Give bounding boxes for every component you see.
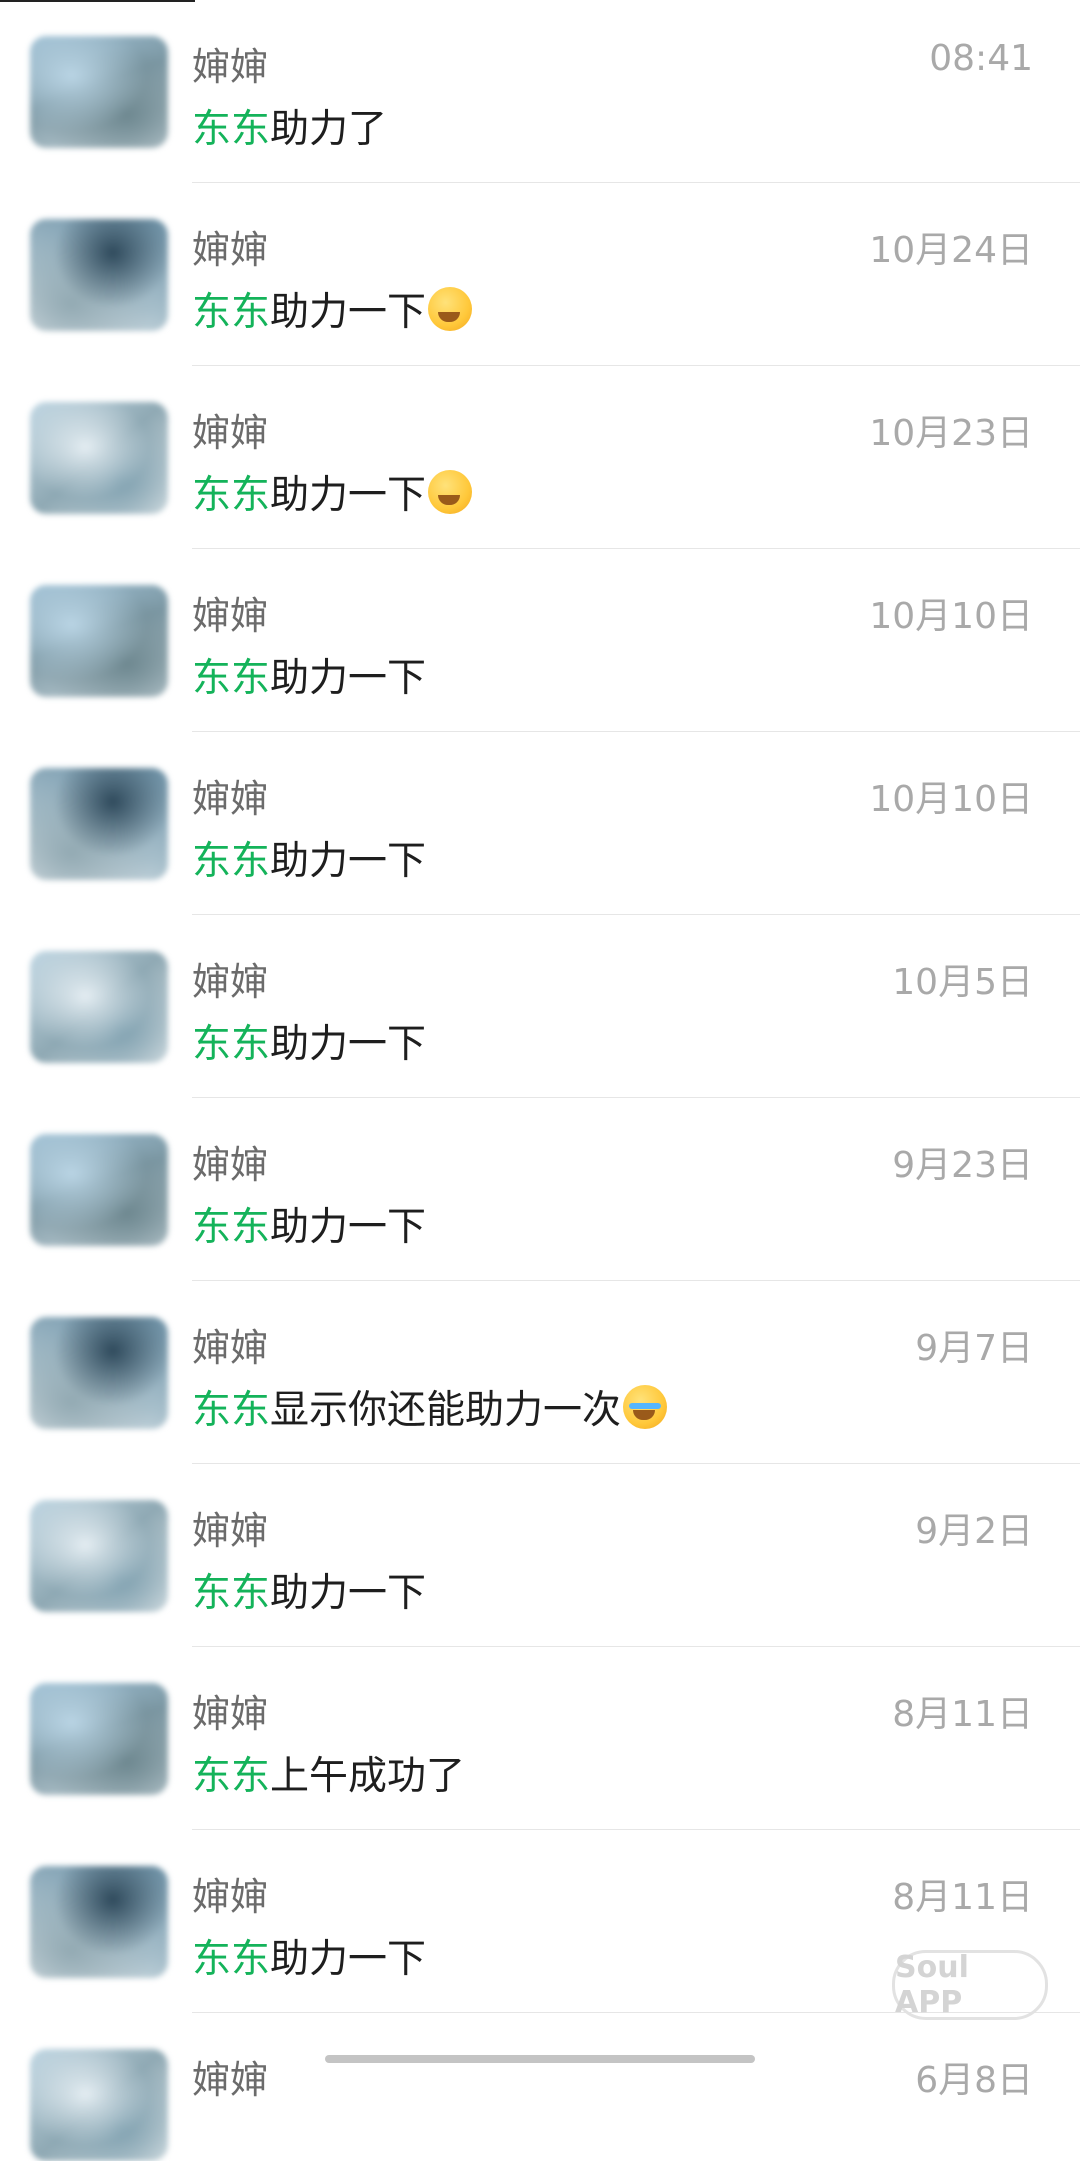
message-text: 助力一下 [270, 1022, 427, 1067]
message-text: 助力一下 [270, 473, 427, 518]
message-preview: 东东助力一下 [192, 1928, 426, 1984]
message-text: 助力一下 [270, 1571, 427, 1616]
message-sender: 东东 [192, 1205, 271, 1250]
message-sender: 东东 [192, 1022, 271, 1067]
contact-name: 婶婶 [192, 960, 269, 1004]
avatar[interactable] [30, 219, 168, 331]
avatar[interactable] [30, 951, 168, 1063]
message-time: 08:41 [929, 38, 1033, 79]
contact-name: 婶婶 [192, 1143, 269, 1187]
chat-list-item[interactable]: 婶婶 9月2日 东东助力一下 [0, 1464, 1080, 1647]
message-sender: 东东 [192, 290, 271, 335]
chat-list-item[interactable]: 婶婶 08:41 东东助力了 [0, 0, 1080, 183]
message-preview: 东东助力一下 [192, 1196, 426, 1252]
chat-list-item[interactable]: 婶婶 9月23日 东东助力一下 [0, 1098, 1080, 1281]
message-text: 助力了 [270, 107, 388, 152]
message-time: 10月24日 [869, 230, 1033, 271]
message-text: 助力一下 [270, 290, 427, 335]
contact-name: 婶婶 [192, 1692, 269, 1736]
chat-list-item[interactable]: 婶婶 10月10日 东东助力一下 [0, 549, 1080, 732]
message-text: 助力一下 [270, 1937, 427, 1982]
avatar[interactable] [30, 1317, 168, 1429]
thinking-face-emoji-icon [428, 287, 473, 331]
message-preview: 东东助力一下 [192, 464, 473, 520]
chat-list-item[interactable]: 婶婶 9月7日 东东显示你还能助力一次 [0, 1281, 1080, 1464]
chat-list-item[interactable]: 婶婶 10月5日 东东助力一下 [0, 915, 1080, 1098]
avatar[interactable] [30, 1866, 168, 1978]
crying-laughing-face-emoji-icon [623, 1385, 668, 1429]
message-preview: 东东助力一下 [192, 281, 473, 337]
contact-name: 婶婶 [192, 1509, 269, 1553]
message-time: 8月11日 [892, 1877, 1033, 1918]
message-time: 9月23日 [892, 1145, 1033, 1186]
message-preview: 东东助力一下 [192, 647, 426, 703]
avatar[interactable] [30, 402, 168, 514]
message-preview: 东东上午成功了 [192, 1745, 465, 1801]
message-time: 8月11日 [892, 1694, 1033, 1735]
home-indicator-bar[interactable] [325, 2055, 755, 2063]
message-sender: 东东 [192, 839, 271, 884]
contact-name: 婶婶 [192, 777, 269, 821]
message-time: 6月8日 [915, 2060, 1033, 2101]
message-sender: 东东 [192, 1937, 271, 1982]
avatar[interactable] [30, 1134, 168, 1246]
message-text: 助力一下 [270, 839, 427, 884]
contact-name: 婶婶 [192, 1326, 269, 1370]
message-text: 显示你还能助力一次 [270, 1388, 622, 1433]
chat-list: 婶婶 08:41 东东助力了 婶婶 10月24日 东东助力一下 婶婶 10月23… [0, 0, 1080, 2161]
avatar[interactable] [30, 36, 168, 148]
message-time: 10月5日 [892, 962, 1033, 1003]
watermark-logo: Soul APP [892, 1950, 1048, 2020]
message-preview: 东东显示你还能助力一次 [192, 1379, 668, 1435]
message-text: 助力一下 [270, 656, 427, 701]
contact-name: 婶婶 [192, 1875, 269, 1919]
message-preview: 东东助力了 [192, 98, 387, 154]
message-preview: 东东助力一下 [192, 1562, 426, 1618]
chat-list-item[interactable]: 婶婶 10月10日 东东助力一下 [0, 732, 1080, 915]
chat-list-item[interactable]: 婶婶 10月23日 东东助力一下 [0, 366, 1080, 549]
contact-name: 婶婶 [192, 2058, 269, 2102]
contact-name: 婶婶 [192, 45, 269, 89]
message-sender: 东东 [192, 1571, 271, 1616]
avatar[interactable] [30, 2049, 168, 2161]
message-sender: 东东 [192, 107, 271, 152]
message-sender: 东东 [192, 1754, 271, 1799]
message-preview: 东东助力一下 [192, 830, 426, 886]
message-time: 9月7日 [915, 1328, 1033, 1369]
message-text: 助力一下 [270, 1205, 427, 1250]
avatar[interactable] [30, 768, 168, 880]
contact-name: 婶婶 [192, 594, 269, 638]
message-time: 10月10日 [869, 779, 1033, 820]
message-sender: 东东 [192, 656, 271, 701]
avatar[interactable] [30, 585, 168, 697]
message-sender: 东东 [192, 1388, 271, 1433]
message-sender: 东东 [192, 473, 271, 518]
message-time: 10月10日 [869, 596, 1033, 637]
message-time: 9月2日 [915, 1511, 1033, 1552]
avatar[interactable] [30, 1500, 168, 1612]
message-text: 上午成功了 [270, 1754, 466, 1799]
message-time: 10月23日 [869, 413, 1033, 454]
contact-name: 婶婶 [192, 228, 269, 272]
chat-list-item[interactable]: 婶婶 8月11日 东东上午成功了 [0, 1647, 1080, 1830]
message-preview: 东东助力一下 [192, 1013, 426, 1069]
avatar[interactable] [30, 1683, 168, 1795]
contact-name: 婶婶 [192, 411, 269, 455]
thinking-face-emoji-icon [428, 470, 473, 514]
chat-list-item[interactable]: 婶婶 10月24日 东东助力一下 [0, 183, 1080, 366]
